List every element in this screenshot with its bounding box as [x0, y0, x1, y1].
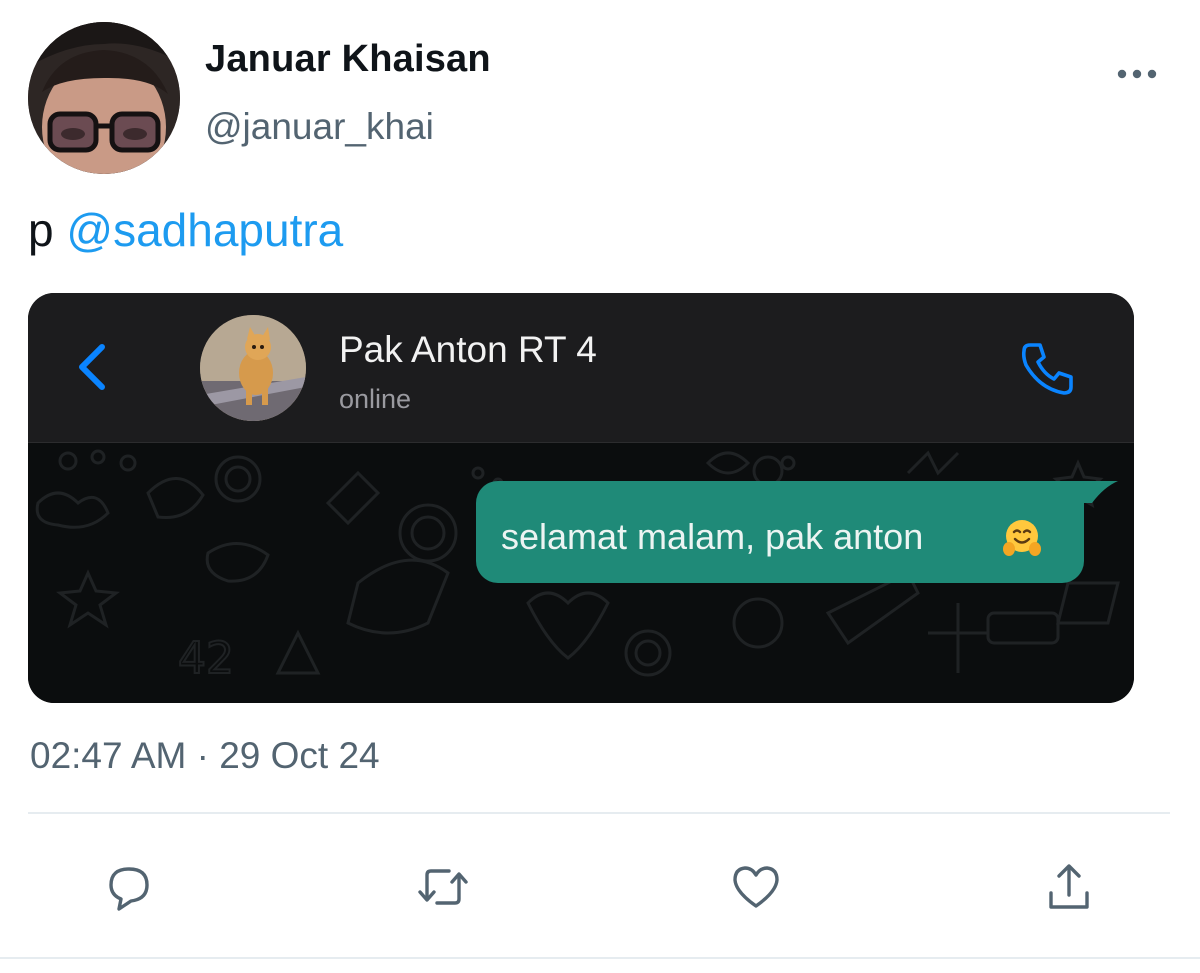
tweet-text-prefix: p: [28, 204, 54, 256]
divider: [28, 812, 1170, 814]
mention-link[interactable]: @sadhaputra: [66, 204, 343, 256]
like-button[interactable]: [724, 855, 788, 919]
more-icon: [1117, 69, 1157, 79]
author-avatar[interactable]: [28, 22, 180, 174]
divider: [0, 957, 1200, 959]
reply-icon: [109, 867, 149, 911]
chat-background: 42 selamat malam, pak anton: [28, 443, 1134, 703]
chat-contact-status: online: [339, 384, 412, 414]
reply-button[interactable]: [97, 855, 161, 919]
chat-contact-name: Pak Anton RT 4: [339, 329, 597, 370]
more-options-button[interactable]: [1112, 60, 1162, 88]
share-icon: [1049, 864, 1089, 909]
author-handle[interactable]: @januar_khai: [205, 106, 434, 148]
tweet-media-image[interactable]: Pak Anton RT 4 online 42 selamat malam, …: [28, 293, 1134, 703]
tweet-timestamp[interactable]: 02:47 AM · 29 Oct 24: [30, 735, 380, 777]
retweet-button[interactable]: [411, 855, 475, 919]
phone-icon: [1021, 343, 1073, 395]
share-button[interactable]: [1037, 855, 1101, 919]
cat-photo: [200, 315, 306, 421]
retweet-icon: [418, 869, 468, 905]
like-icon: [733, 866, 779, 908]
author-name[interactable]: Januar Khaisan: [205, 38, 491, 81]
hugging-face-emoji-icon: [1003, 520, 1041, 556]
tweet-text: p @sadhaputra: [28, 203, 343, 257]
back-chevron-icon: [79, 344, 105, 390]
svg-text:42: 42: [178, 633, 234, 684]
contact-avatar: [200, 315, 306, 421]
author-photo: [28, 22, 180, 174]
chat-header: Pak Anton RT 4 online: [28, 293, 1134, 443]
message-text: selamat malam, pak anton: [501, 516, 924, 557]
